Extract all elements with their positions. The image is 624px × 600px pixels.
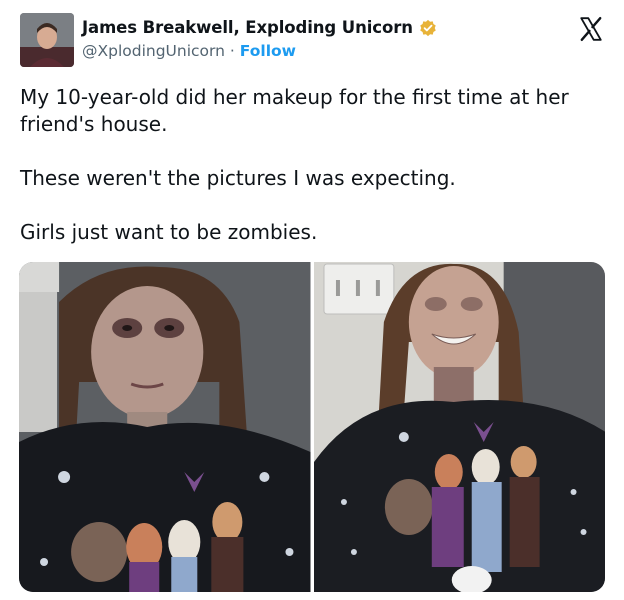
photo-left[interactable]	[19, 262, 311, 592]
media-grid	[19, 262, 605, 592]
follow-button[interactable]: Follow	[240, 42, 296, 60]
tweet-header: James Breakwell, Exploding Unicorn @Xplo…	[0, 0, 624, 75]
separator: ·	[229, 42, 235, 60]
avatar[interactable]	[20, 13, 74, 67]
tweet-paragraph: My 10-year-old did her makeup for the fi…	[20, 85, 569, 136]
verified-badge-icon	[419, 19, 437, 37]
author-name[interactable]: James Breakwell, Exploding Unicorn	[82, 18, 413, 37]
x-logo-icon[interactable]	[578, 16, 604, 42]
photo-right[interactable]	[313, 262, 605, 592]
tweet-paragraph: Girls just want to be zombies.	[20, 220, 318, 244]
tweet-text: My 10-year-old did her makeup for the fi…	[20, 84, 610, 273]
tweet-paragraph: These weren't the pictures I was expecti…	[20, 166, 456, 190]
author-handle[interactable]: @XplodingUnicorn	[82, 42, 225, 60]
